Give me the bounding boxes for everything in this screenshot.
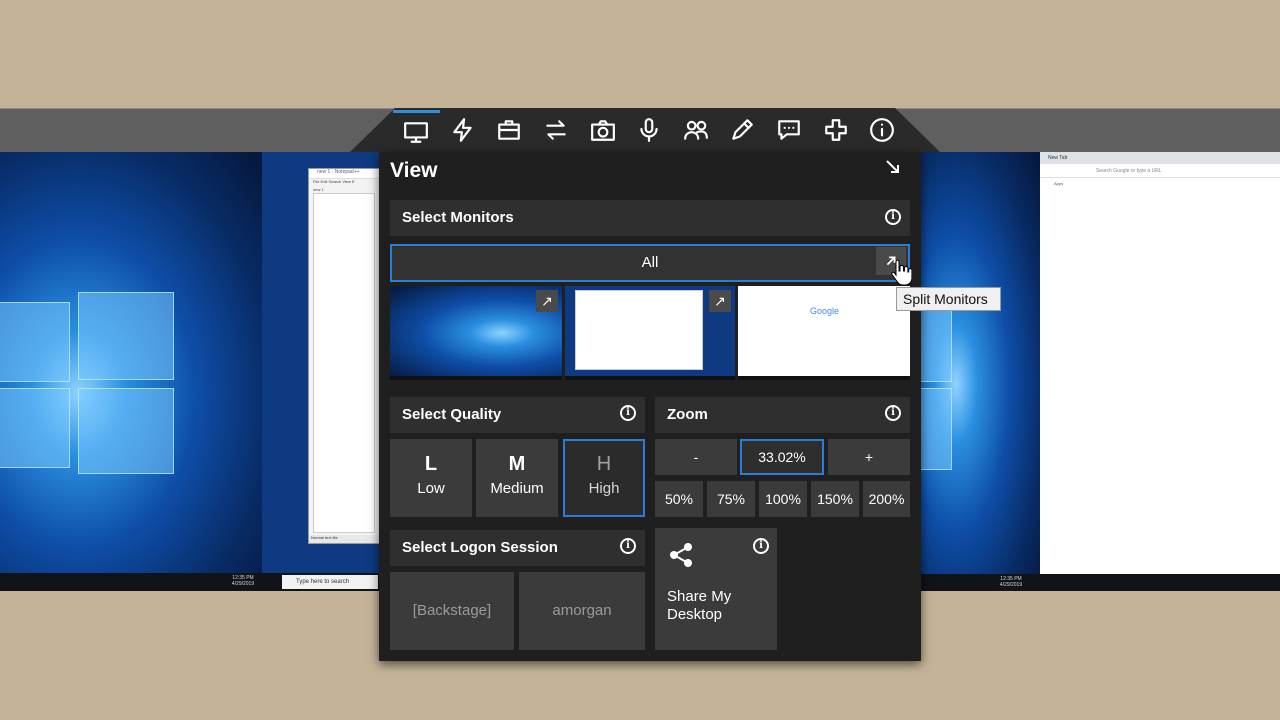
taskbar-clock: 12:35 PM 4/29/2019 bbox=[999, 576, 1023, 588]
split-monitors-tooltip: Split Monitors bbox=[896, 287, 1001, 311]
quality-label: High bbox=[588, 480, 620, 497]
windows-logo bbox=[78, 292, 174, 380]
select-logon-session-title: Select Logon Session bbox=[402, 539, 558, 556]
quality-low-button[interactable]: L Low bbox=[390, 439, 472, 517]
quality-letter: L bbox=[424, 453, 438, 475]
quality-label: Low bbox=[417, 480, 445, 497]
windows-logo bbox=[0, 388, 70, 468]
taskbar-search: Type here to search bbox=[282, 575, 378, 589]
notepad-title: new 1 - Notepad++ bbox=[309, 169, 379, 179]
google-logo: Google bbox=[810, 306, 840, 316]
pencil-icon[interactable] bbox=[719, 110, 766, 150]
zoom-preset-200[interactable]: 200% bbox=[863, 481, 910, 517]
taskbar-left: 12:35 PM 4/29/2019 Type here to search bbox=[0, 573, 380, 591]
zoom-out-button[interactable]: - bbox=[655, 439, 737, 475]
monitor-right bbox=[920, 152, 1040, 574]
share-label: Share My Desktop bbox=[667, 588, 732, 623]
logon-session-amorgan[interactable]: amorgan bbox=[519, 572, 645, 650]
select-monitors-header: Select Monitors bbox=[390, 200, 910, 236]
zoom-preset-100[interactable]: 100% bbox=[759, 481, 807, 517]
monitor-thumbnail-1[interactable]: ↗ bbox=[390, 286, 562, 380]
zoom-header: Zoom bbox=[655, 397, 910, 433]
select-quality-header: Select Quality bbox=[390, 397, 645, 433]
arrow-down-right-icon[interactable] bbox=[883, 157, 903, 177]
monitor-left bbox=[0, 152, 262, 591]
info-icon[interactable]: i bbox=[753, 538, 769, 554]
camera-icon[interactable] bbox=[579, 110, 626, 150]
select-logon-session-header: Select Logon Session bbox=[390, 530, 645, 566]
windows-logo bbox=[920, 302, 952, 382]
monitor-thumbnail-2[interactable]: ↗ bbox=[565, 286, 735, 380]
quality-letter: H bbox=[596, 453, 612, 475]
select-monitors-title: Select Monitors bbox=[402, 209, 514, 226]
briefcase-icon[interactable] bbox=[486, 110, 533, 150]
quality-letter: M bbox=[508, 453, 526, 475]
windows-logo bbox=[920, 388, 952, 470]
taskbar-clock: 12:35 PM 4/29/2019 bbox=[231, 575, 255, 587]
taskbar-right: 12:35 PM 4/29/2019 bbox=[920, 574, 1040, 591]
chrome-window: New Tab Search Google or type a URL Apps bbox=[1040, 152, 1280, 574]
thumbnail-taskbar bbox=[738, 376, 910, 380]
windows-logo bbox=[0, 302, 70, 382]
notepad-status: Normal text file bbox=[309, 535, 379, 543]
select-quality-title: Select Quality bbox=[402, 406, 502, 423]
zoom-preset-150[interactable]: 150% bbox=[811, 481, 859, 517]
plus-icon[interactable] bbox=[812, 110, 859, 150]
quality-high-button[interactable]: H High bbox=[563, 439, 645, 517]
expand-icon[interactable]: ↗ bbox=[536, 290, 558, 312]
hand-cursor-icon bbox=[891, 259, 912, 286]
toolbar bbox=[393, 110, 906, 150]
view-panel: View Select Monitors i All ↗ ↗ Google Se… bbox=[379, 152, 921, 661]
panel-title: View bbox=[390, 159, 438, 182]
zoom-preset-50[interactable]: 50% bbox=[655, 481, 703, 517]
swap-arrows-icon[interactable] bbox=[533, 110, 580, 150]
thumbnail-window bbox=[575, 290, 703, 370]
chrome-tab: New Tab bbox=[1040, 152, 1280, 164]
logon-session-backstage[interactable]: [Backstage] bbox=[390, 572, 514, 650]
monitor-icon[interactable] bbox=[393, 110, 440, 150]
windows-logo bbox=[78, 388, 174, 474]
microphone-icon[interactable] bbox=[626, 110, 673, 150]
quality-label: Medium bbox=[490, 480, 544, 497]
lightning-icon[interactable] bbox=[440, 110, 487, 150]
share-icon bbox=[670, 543, 692, 567]
thumbnail-taskbar bbox=[390, 376, 562, 380]
notepad-window: new 1 - Notepad++ File Edit Search View … bbox=[308, 168, 380, 544]
expand-icon[interactable]: ↗ bbox=[709, 290, 731, 312]
info-icon[interactable] bbox=[859, 110, 906, 150]
zoom-title: Zoom bbox=[667, 406, 708, 423]
chrome-address-bar: Search Google or type a URL bbox=[1040, 164, 1280, 178]
monitor-thumbnail-3[interactable]: Google bbox=[738, 286, 910, 380]
info-icon[interactable]: i bbox=[620, 538, 636, 554]
notepad-menu: File Edit Search View E bbox=[313, 179, 355, 184]
zoom-in-button[interactable]: + bbox=[828, 439, 910, 475]
quality-medium-button[interactable]: M Medium bbox=[476, 439, 558, 517]
people-icon[interactable] bbox=[673, 110, 720, 150]
info-icon[interactable]: i bbox=[885, 405, 901, 421]
taskbar-far-right bbox=[1040, 574, 1280, 591]
all-monitors-button[interactable]: All bbox=[390, 244, 910, 282]
zoom-preset-75[interactable]: 75% bbox=[707, 481, 755, 517]
info-icon[interactable]: i bbox=[885, 209, 901, 225]
zoom-value[interactable]: 33.02% bbox=[740, 439, 824, 475]
info-icon[interactable]: i bbox=[620, 405, 636, 421]
chrome-apps: Apps bbox=[1054, 181, 1064, 186]
thumbnail-taskbar bbox=[565, 376, 735, 380]
chat-icon[interactable] bbox=[766, 110, 813, 150]
notepad-body bbox=[313, 193, 375, 533]
